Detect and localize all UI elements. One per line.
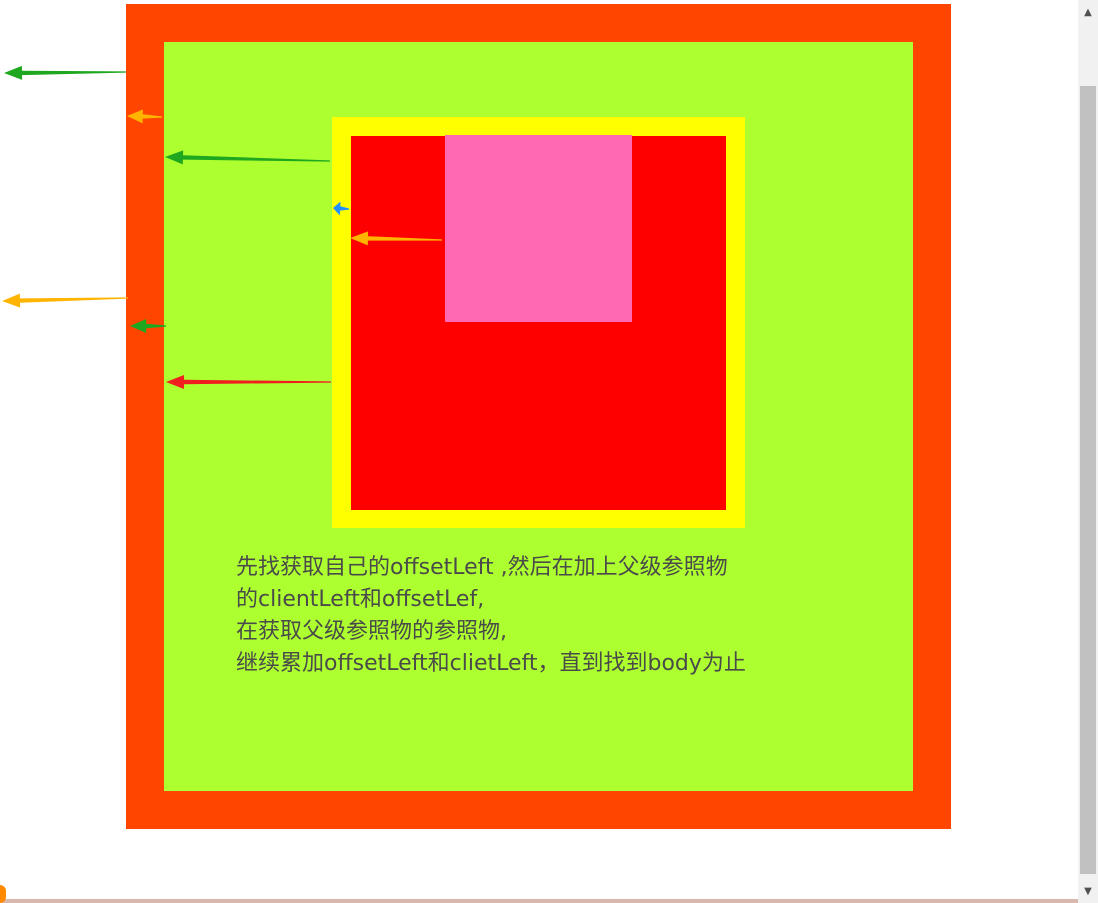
bottom-strip xyxy=(0,899,1078,903)
scroll-up-arrow-icon[interactable]: ▲ xyxy=(1078,2,1098,22)
page-viewport: 先找获取自己的offsetLeft ,然后在加上父级参照物 的clientLef… xyxy=(0,0,1078,903)
body-offset-arrow xyxy=(4,65,126,80)
explanation-line-1: 先找获取自己的offsetLeft ,然后在加上父级参照物 xyxy=(236,555,728,580)
explanation-line-2: 的clientLeft和offsetLef, xyxy=(236,587,485,612)
outer-offset-arrow xyxy=(2,293,128,308)
scroll-down-arrow-icon[interactable]: ▼ xyxy=(1078,881,1098,901)
explanation-text: 先找获取自己的offsetLeft ,然后在加上父级参照物 的clientLef… xyxy=(236,552,876,680)
explanation-line-4: 继续累加offsetLeft和clietLeft，直到找到body为止 xyxy=(236,651,746,676)
scroll-thumb[interactable] xyxy=(1080,86,1096,874)
pink-box xyxy=(445,135,632,322)
vertical-scrollbar[interactable]: ▲ ▼ xyxy=(1078,0,1098,903)
explanation-line-3: 在获取父级参照物的参照物, xyxy=(236,619,507,644)
